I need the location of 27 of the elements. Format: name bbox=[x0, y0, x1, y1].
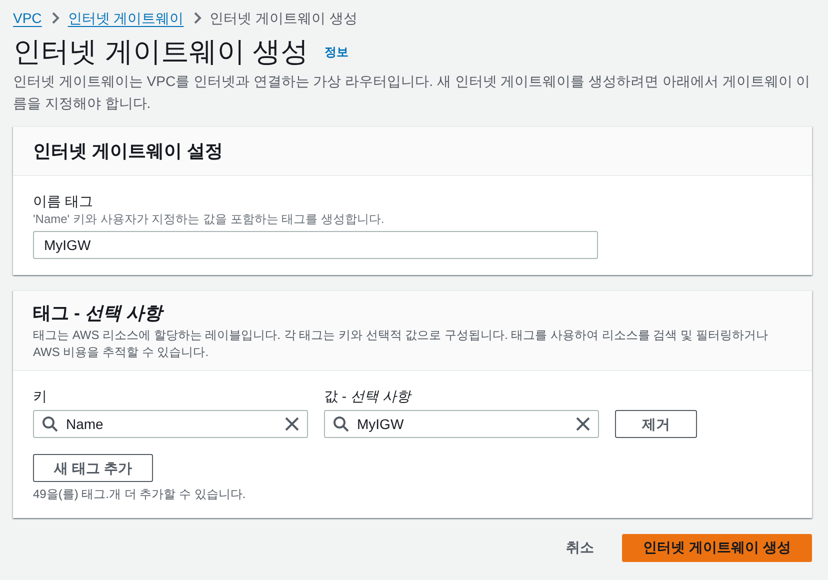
tag-key-field[interactable]: Name bbox=[33, 410, 308, 438]
panel-description: 태그는 AWS 리소스에 할당하는 레이블입니다. 각 태그는 키와 선택적 값으로 구성됩니다. 태그를 사용하여 리소스를 검색 및 필터링하거나 AWS 비용을 추적할 수 있습니다. bbox=[33, 327, 769, 361]
breadcrumb-link[interactable]: 인터넷 게이트웨이 bbox=[68, 8, 184, 28]
chevron-icon bbox=[192, 12, 202, 24]
tag-value-field[interactable]: MyIGW bbox=[324, 410, 599, 438]
field-hint: 'Name' 키와 사용자가 지정하는 값을 포함하는 태그를 생성합니다. bbox=[33, 211, 386, 227]
remove-button[interactable]: 제거 bbox=[615, 410, 697, 438]
clear-icon[interactable] bbox=[575, 416, 591, 432]
page-description: 인터넷 게이트웨이는 VPC를 인터넷과 연결하는 가상 라우터입니다. 새 인터넷 게이트웨이를 생성하려면 아래에서 게이트웨이 이름을 지정해야 합니다. bbox=[13, 72, 812, 113]
name-tag-field[interactable]: MyIGW bbox=[33, 231, 598, 259]
clear-icon[interactable] bbox=[284, 416, 300, 432]
panel-title: 인터넷 게이트웨이 설정 bbox=[33, 140, 224, 163]
value-label: 값 - 선택 사항 bbox=[324, 387, 410, 406]
key-label: 키 bbox=[33, 387, 48, 406]
panel-title: 태그 - 선택 사항 bbox=[33, 302, 165, 325]
breadcrumb-current: 인터넷 게이트웨이 생성 bbox=[210, 8, 358, 28]
search-icon bbox=[333, 416, 349, 432]
add-tag-button[interactable]: 새 태그 추가 bbox=[33, 454, 153, 482]
page-title: 인터넷 게이트웨이 생성 bbox=[13, 35, 309, 69]
create-button[interactable]: 인터넷 게이트웨이 생성 bbox=[622, 534, 812, 562]
chevron-icon bbox=[50, 12, 60, 24]
remaining-tags-note: 49을(를) 태그.개 더 추가할 수 있습니다. bbox=[33, 486, 247, 502]
cancel-button[interactable]: 취소 bbox=[554, 533, 606, 562]
info-link[interactable]: 정보 bbox=[324, 43, 349, 61]
breadcrumb-link[interactable]: VPC bbox=[13, 8, 42, 28]
search-icon bbox=[42, 416, 58, 432]
field-label: 이름 태그 bbox=[33, 192, 94, 211]
